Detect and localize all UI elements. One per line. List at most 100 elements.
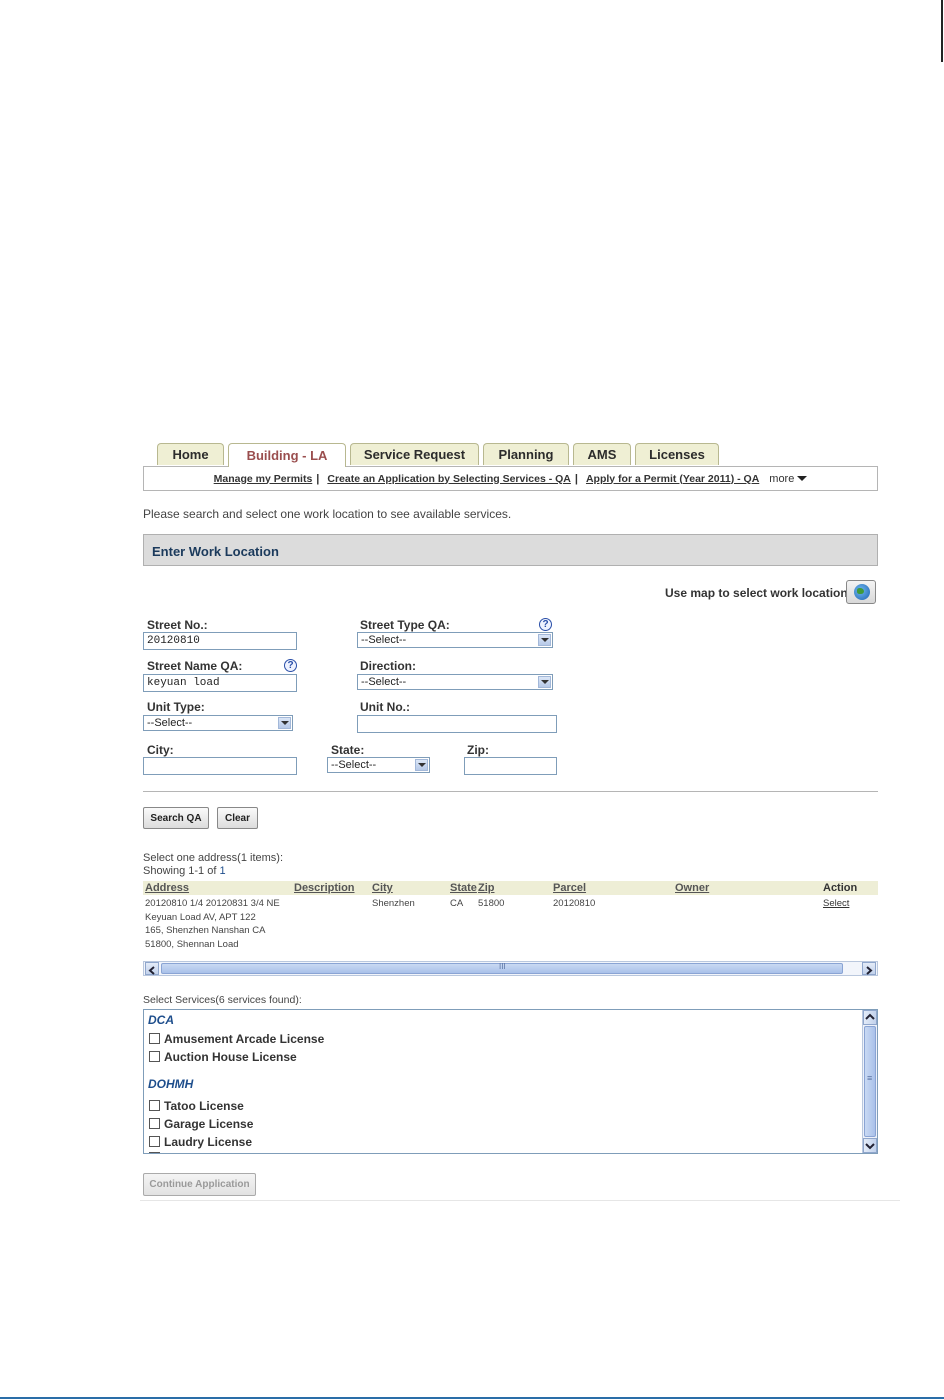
street-type-value: --Select-- bbox=[361, 634, 407, 646]
search-button[interactable]: Search QA bbox=[143, 807, 209, 829]
clear-button[interactable]: Clear bbox=[217, 807, 258, 829]
street-type-help-icon[interactable]: ? bbox=[539, 618, 552, 631]
zip-label: Zip: bbox=[467, 743, 489, 757]
scroll-right-icon[interactable] bbox=[862, 962, 876, 975]
nav-separator: | bbox=[316, 472, 320, 485]
unit-type-select[interactable]: --Select-- bbox=[143, 715, 293, 731]
scroll-up-icon[interactable] bbox=[863, 1010, 877, 1025]
street-type-select[interactable]: --Select-- bbox=[357, 632, 553, 648]
vertical-scrollbar[interactable]: ≡ bbox=[862, 1010, 877, 1153]
street-no-label: Street No.: bbox=[147, 618, 208, 632]
tab-ams[interactable]: AMS bbox=[573, 443, 631, 465]
address-line: 51800, Shennan Load bbox=[145, 938, 239, 950]
table-header-row bbox=[143, 881, 878, 895]
col-description[interactable]: Description bbox=[294, 882, 355, 894]
street-name-label: Street Name QA: bbox=[147, 659, 243, 673]
checkbox[interactable] bbox=[149, 1033, 160, 1044]
horizontal-scrollbar[interactable]: III bbox=[143, 961, 878, 976]
state-select[interactable]: --Select-- bbox=[327, 757, 430, 773]
col-parcel[interactable]: Parcel bbox=[553, 882, 586, 894]
continue-application-button[interactable]: Continue Application bbox=[143, 1173, 256, 1196]
more-menu[interactable]: more bbox=[769, 472, 808, 485]
nav-separator: | bbox=[574, 472, 578, 485]
service-item: Tatoo License bbox=[164, 1099, 244, 1113]
service-item: Laudry License bbox=[164, 1135, 253, 1149]
scrollbar-thumb[interactable]: ≡ bbox=[864, 1026, 876, 1137]
col-city[interactable]: City bbox=[372, 882, 393, 894]
direction-label: Direction: bbox=[360, 659, 417, 673]
street-type-label: Street Type QA: bbox=[360, 618, 450, 632]
table-row[interactable]: 20120810 1/4 20120831 3/4 NE Keyuan Load… bbox=[145, 897, 280, 951]
street-name-input[interactable]: keyuan load bbox=[143, 674, 297, 692]
results-heading: Select one address(1 items): bbox=[143, 852, 284, 864]
scrollbar-thumb[interactable]: III bbox=[161, 962, 843, 974]
chevron-down-icon bbox=[278, 717, 291, 729]
showing-prefix: Showing 1-1 of bbox=[143, 865, 220, 877]
col-address[interactable]: Address bbox=[145, 882, 189, 894]
showing-total: 1 bbox=[219, 865, 226, 877]
divider bbox=[143, 791, 878, 792]
city-label: City: bbox=[147, 743, 174, 757]
city-input[interactable] bbox=[143, 757, 297, 775]
checkbox[interactable] bbox=[149, 1118, 160, 1129]
street-name-help-icon[interactable]: ? bbox=[284, 659, 297, 672]
results-count: Showing 1-1 of 1 bbox=[143, 865, 226, 877]
chevron-down-icon bbox=[538, 634, 551, 646]
service-group-dohmh: DOHMH bbox=[148, 1077, 194, 1091]
select-link[interactable]: Select bbox=[823, 897, 849, 911]
link-create-application[interactable]: Create an Application by Selecting Servi… bbox=[327, 473, 571, 485]
zip-input[interactable] bbox=[464, 757, 557, 775]
scroll-down-icon[interactable] bbox=[863, 1138, 877, 1153]
more-label: more bbox=[769, 472, 795, 485]
unit-no-input[interactable] bbox=[357, 715, 557, 733]
page-edge-mark bbox=[941, 0, 943, 62]
cell-city: Shenzhen bbox=[372, 898, 415, 909]
checkbox[interactable] bbox=[149, 1136, 160, 1147]
scroll-grip-icon: III bbox=[499, 962, 506, 971]
col-owner[interactable]: Owner bbox=[675, 882, 709, 894]
tab-home[interactable]: Home bbox=[157, 443, 224, 465]
cell-zip: 51800 bbox=[478, 898, 505, 909]
service-item: Auction House License bbox=[164, 1050, 297, 1064]
tab-service-request[interactable]: Service Request bbox=[350, 443, 479, 465]
checkbox[interactable] bbox=[149, 1051, 160, 1062]
cell-state: CA bbox=[450, 898, 464, 909]
services-list: DCA Amusement Arcade License Auction Hou… bbox=[143, 1009, 878, 1154]
address-line: 20120810 1/4 20120831 3/4 NE bbox=[145, 898, 280, 909]
chevron-down-icon bbox=[415, 759, 428, 771]
link-manage-permits[interactable]: Manage my Permits bbox=[214, 473, 313, 485]
tab-building-la[interactable]: Building - LA bbox=[228, 443, 346, 467]
unit-type-label: Unit Type: bbox=[147, 700, 205, 714]
state-value: --Select-- bbox=[331, 759, 377, 771]
tab-planning[interactable]: Planning bbox=[483, 443, 569, 465]
direction-value: --Select-- bbox=[361, 676, 407, 688]
caret-down-icon bbox=[797, 476, 808, 482]
link-apply-permit[interactable]: Apply for a Permit (Year 2011) - QA bbox=[586, 473, 759, 485]
street-no-input[interactable]: 20120810 bbox=[143, 632, 297, 650]
map-button[interactable] bbox=[846, 580, 876, 604]
scroll-grip-icon: ≡ bbox=[867, 1073, 873, 1083]
direction-select[interactable]: --Select-- bbox=[357, 674, 553, 690]
sub-navigation: Manage my Permits | Create an Applicatio… bbox=[143, 466, 878, 491]
chevron-down-icon bbox=[538, 676, 551, 688]
cell-parcel: 20120810 bbox=[553, 898, 596, 909]
section-title: Enter Work Location bbox=[143, 534, 878, 566]
address-line: Keyuan Load AV, APT 122 bbox=[145, 911, 256, 923]
checkbox[interactable] bbox=[149, 1152, 160, 1153]
services-heading: Select Services(6 services found): bbox=[143, 994, 302, 1006]
unit-type-value: --Select-- bbox=[147, 717, 193, 729]
col-state[interactable]: State bbox=[450, 882, 477, 894]
globe-icon bbox=[854, 584, 870, 600]
service-item: Garage License bbox=[164, 1117, 254, 1131]
footer-divider bbox=[140, 1200, 900, 1201]
col-zip[interactable]: Zip bbox=[478, 882, 495, 894]
map-label: Use map to select work location: bbox=[665, 586, 852, 600]
tab-licenses[interactable]: Licenses bbox=[635, 443, 719, 465]
checkbox[interactable] bbox=[149, 1100, 160, 1111]
address-line: 165, Shenzhen Nanshan CA bbox=[145, 925, 266, 936]
state-label: State: bbox=[331, 743, 365, 757]
service-item: Amusement Arcade License bbox=[164, 1032, 325, 1046]
scroll-left-icon[interactable] bbox=[145, 962, 159, 975]
bottom-rule bbox=[0, 1397, 944, 1399]
unit-no-label: Unit No.: bbox=[360, 700, 410, 714]
